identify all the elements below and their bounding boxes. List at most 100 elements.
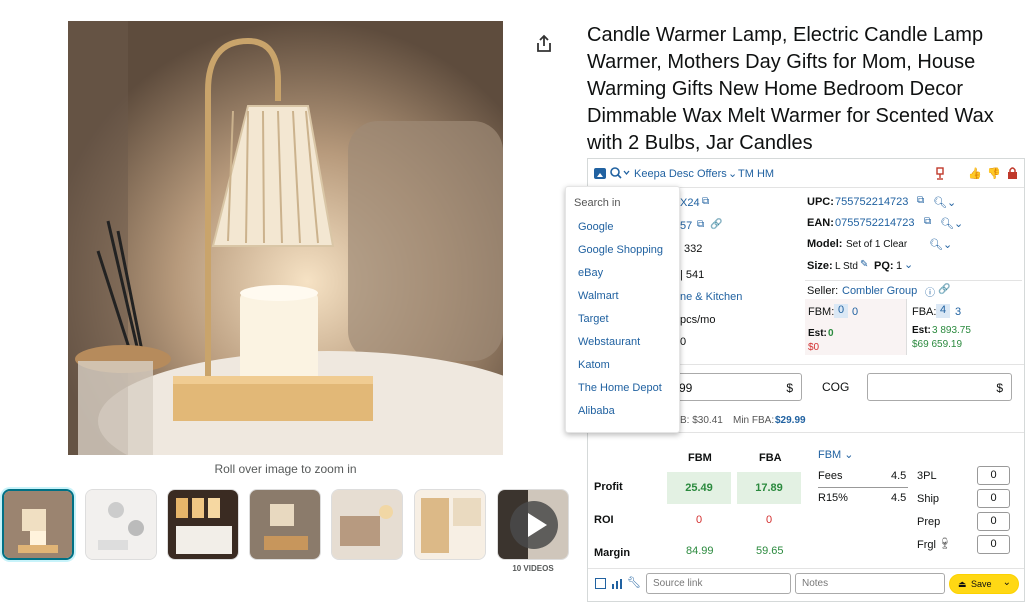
seller-link[interactable]: Combler Group (842, 285, 917, 297)
r15-value: 4.5 (891, 492, 907, 504)
chart-icon[interactable] (611, 577, 623, 589)
wine-glass-icon: 🍷︎ (938, 538, 952, 550)
divider (588, 568, 1024, 569)
info-icon[interactable]: ⓘ (925, 284, 935, 299)
search-in-dropdown: Search in Google Google Shopping eBay Wa… (565, 186, 680, 433)
ean-short-value[interactable]: 57 (680, 220, 692, 232)
thumbs-down-icon[interactable]: 👎 (987, 167, 1001, 180)
fees-value: 4.5 (891, 470, 907, 482)
link-icon[interactable]: 🔗 (710, 219, 722, 230)
search-alibaba[interactable]: Alibaba (578, 405, 615, 417)
thumbs-up-icon[interactable]: 👍 (968, 167, 982, 180)
cost-3pl-label: 3PL (917, 470, 937, 482)
tm-hm-link[interactable]: TM HM (738, 168, 774, 180)
search-webstaurant[interactable]: Webstaurant (578, 336, 640, 348)
keepa-desc-offers-link[interactable]: Keepa Desc Offers (634, 168, 727, 180)
row-margin: Margin (594, 547, 631, 559)
thumbnail-6[interactable] (414, 489, 486, 560)
search-icon[interactable]: 🔍︎⌄ (940, 217, 963, 230)
link-icon[interactable]: 🔗 (938, 284, 950, 295)
panel-icon[interactable] (595, 578, 606, 589)
asin-value[interactable]: X24 (680, 197, 700, 209)
search-menu-icon[interactable] (609, 166, 631, 180)
margin-fba: 59.65 (756, 545, 784, 557)
chevron-down-icon[interactable]: ⌄ (728, 167, 737, 180)
ean-value[interactable]: 0755752214723 (835, 217, 915, 229)
lamp-photo (68, 21, 503, 455)
main-product-image[interactable] (68, 21, 503, 455)
sell-price-currency: $ (786, 381, 793, 395)
margin-fbm: 84.99 (686, 545, 714, 557)
search-walmart[interactable]: Walmart (578, 290, 619, 302)
cost-prep-label: Prep (917, 516, 941, 528)
search-katom[interactable]: Katom (578, 359, 610, 371)
fees-label: Fees (818, 470, 843, 482)
fbm-est-label: Est: (808, 328, 827, 339)
thumbnail-3[interactable] (167, 489, 239, 560)
model-label: Model: (807, 238, 843, 250)
thumbnail-4[interactable] (249, 489, 321, 560)
thumbnail-video[interactable] (497, 489, 569, 560)
min-fbm-price: B: $30.41 (680, 415, 723, 426)
cost-ship-input[interactable]: 0 (977, 489, 1010, 508)
sell-price-value: 99 (679, 381, 693, 395)
col-fba: FBA (759, 452, 782, 464)
fbm-label: FBM: (808, 306, 835, 318)
trophy-icon[interactable] (935, 167, 945, 180)
cost-prep-input[interactable]: 0 (977, 512, 1010, 531)
source-link-input[interactable]: Source link (646, 573, 791, 594)
rank-value: 332 (684, 243, 703, 255)
edit-icon[interactable]: ✎ (860, 259, 868, 270)
search-google[interactable]: Google (578, 221, 613, 233)
wrench-icon[interactable]: 🔧︎ (627, 576, 641, 589)
search-google-shopping[interactable]: Google Shopping (578, 244, 663, 256)
save-label: Save (971, 579, 992, 589)
category-link[interactable]: ne & Kitchen (680, 291, 742, 303)
share-icon[interactable] (535, 34, 553, 54)
expand-icon[interactable] (594, 168, 606, 179)
source-link-placeholder: Source link (653, 578, 703, 589)
divider (818, 487, 908, 488)
ean-label: EAN: (807, 217, 834, 229)
fbm-count-b: 0 (852, 306, 859, 318)
copy-icon[interactable]: ⧉ (702, 196, 709, 207)
pq-value: 1 (896, 260, 903, 272)
search-home-depot[interactable]: The Home Depot (578, 382, 662, 394)
r15-label: R15% (818, 492, 848, 504)
min-fba-value: $29.99 (775, 415, 806, 426)
reviews-value: | 541 (680, 269, 705, 281)
thumbnail-2[interactable] (85, 489, 157, 560)
cog-input[interactable]: $ (867, 373, 1012, 401)
save-button[interactable]: ⏏ Save ⌄ (949, 574, 1019, 594)
row-profit: Profit (594, 481, 623, 493)
fba-count-b: 3 (955, 306, 962, 318)
search-ebay[interactable]: eBay (578, 267, 603, 279)
cost-ship-label: Ship (917, 493, 940, 505)
fba-est-value: 3 893.75 (932, 325, 971, 336)
thumbnail-1[interactable] (2, 489, 74, 560)
search-icon[interactable]: 🔍︎⌄ (929, 238, 952, 251)
cost-frgl-input[interactable]: 0 (977, 535, 1010, 554)
fba-label: FBA: (912, 306, 937, 318)
sales-value: pcs/mo (680, 314, 716, 326)
copy-icon[interactable]: ⧉ (697, 219, 704, 230)
fees-mode-select[interactable]: FBM ⌄ (818, 448, 854, 461)
notes-input[interactable]: Notes (795, 573, 945, 594)
chevron-down-icon[interactable]: ⌄ (1003, 577, 1011, 588)
zero-value: 0 (680, 336, 687, 348)
thumbnail-5[interactable] (331, 489, 403, 560)
chevron-down-icon[interactable]: ⌄ (904, 258, 913, 271)
search-icon[interactable]: 🔍︎⌄ (933, 196, 956, 209)
size-value: L Std (835, 261, 858, 272)
save-icon: ⏏ (958, 579, 967, 589)
sell-price-input[interactable]: 99 $ (670, 373, 802, 401)
upc-value[interactable]: 755752214723 (835, 196, 908, 208)
cost-3pl-input[interactable]: 0 (977, 466, 1010, 485)
copy-icon[interactable]: ⧉ (924, 216, 931, 227)
lock-icon[interactable] (1007, 166, 1018, 179)
pq-label: PQ: (874, 260, 894, 272)
row-roi: ROI (594, 514, 614, 526)
copy-icon[interactable]: ⧉ (917, 195, 924, 206)
profit-fbm: 25.49 (667, 472, 731, 504)
search-target[interactable]: Target (578, 313, 609, 325)
